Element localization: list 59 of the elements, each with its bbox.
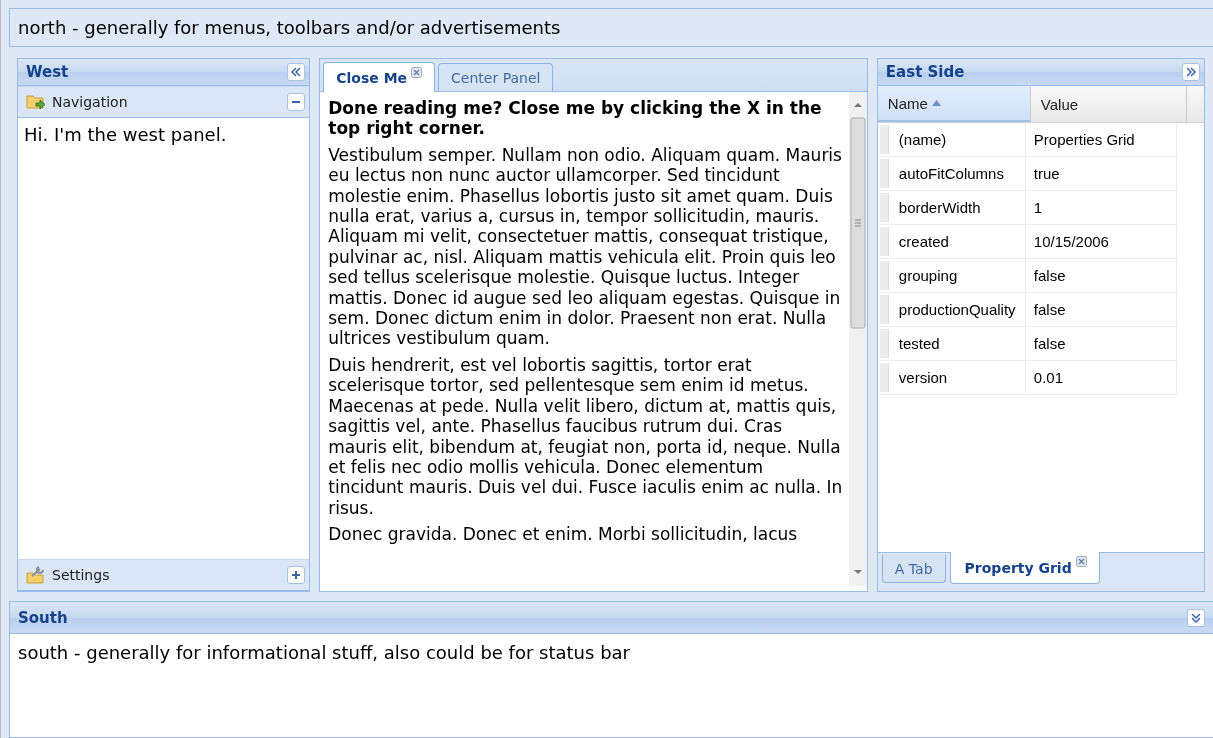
collapse-button[interactable] (1182, 63, 1200, 81)
south-text: south - generally for informational stuff, also could be for status bar (18, 642, 630, 663)
paragraph: Vestibulum semper. Nullam non odio. Aliquam quam. Mauris eu lectus non nunc auctor ullamcorper. Sed tincidunt molestie enim. Phasellus lobortis justo sit amet quam. Duis nulla erat, varius a, cursus in, tempor sollicitudin, mauris. Aliquam mi velit, consectetuer mattis, consequat tristique, pulvinar ac, nisl. Aliquam mattis vehicula elit. Proin quis leo sed tellus scelerisque molestie. Quisque luctus. Integer mattis. Donec id augue sed leo aliquam egestas. Quisque in sem. Donec dictum enim in dolor. Praesent non erat. Nulla ultrices vestibulum quam. (328, 144, 843, 349)
plus-icon (291, 570, 302, 580)
column-header[interactable]: Name (877, 86, 1031, 122)
folder-arrow-icon (26, 93, 46, 111)
expand-button[interactable] (287, 566, 306, 584)
paragraph: Duis hendrerit, est vel lobortis sagittis, tortor erat scelerisque tortor, sed pellentesque sem enim id metus. Maecenas at pede. Nulla velit libero, dictum at, mattis quis, sagittis vel, ante. Phasellus faucibus rutrum dui. Cras mauris elit, bibendum at, feugiat non, porta id, neque. Nulla et felis nec odio mollis vehicula. Donec elementum tincidunt mauris. Duis vel dui. Fusce iaculis enim ac nulla. In risus. (328, 354, 843, 519)
row-handle (879, 159, 889, 188)
paragraph: Donec gravida. Donec et enim. Morbi sollicitudin, lacus (328, 524, 799, 545)
table-cell: grouping (888, 259, 1026, 292)
row-handle (879, 363, 889, 392)
double-chevron-right-icon (1185, 67, 1197, 77)
row-handle (879, 227, 889, 256)
table-cell: productionQuality (888, 293, 1026, 326)
table-cell: borderWidth (888, 191, 1026, 224)
double-chevron-left-icon (290, 67, 303, 77)
panel-title: South (18, 608, 68, 627)
tab[interactable]: A Tab (881, 555, 946, 583)
accordion-title: Settings (52, 567, 110, 583)
table-cell: 1 (1025, 191, 1177, 224)
close-icon[interactable] (1075, 556, 1087, 567)
collapse-button[interactable] (1187, 608, 1205, 627)
table-cell: created (888, 225, 1026, 258)
table-cell: false (1025, 327, 1177, 360)
accordion-header[interactable]: Navigation (18, 86, 310, 118)
row-handle (879, 193, 889, 222)
accordion-header[interactable]: Settings (18, 559, 310, 591)
close-icon[interactable] (411, 67, 423, 78)
scrollbar[interactable] (848, 92, 867, 586)
table-cell: version (888, 361, 1026, 394)
folder-wrench-icon (26, 566, 46, 584)
table-cell: autoFitColumns (888, 157, 1026, 190)
row-handle (879, 295, 889, 324)
column-header[interactable]: Value (1030, 86, 1187, 122)
table-cell: Properties Grid (1025, 123, 1177, 156)
row-handle (879, 125, 889, 154)
table-cell: true (1025, 157, 1177, 190)
table-cell: false (1025, 293, 1177, 326)
table-cell: (name) (888, 123, 1026, 156)
table-cell: 10/15/2006 (1025, 225, 1177, 258)
sort-up-icon (931, 100, 941, 106)
panel-text: Hi. I'm the west panel. (24, 124, 227, 145)
table-cell: false (1025, 259, 1177, 292)
panel-title: East Side (885, 63, 965, 81)
tab[interactable]: Center Panel (438, 63, 554, 91)
row-handle (879, 261, 889, 290)
double-chevron-down-icon (1191, 611, 1201, 624)
tab[interactable]: Close Me (323, 62, 436, 92)
collapse-button[interactable] (287, 93, 306, 111)
collapse-button[interactable] (287, 63, 306, 81)
table-cell: 0.01 (1025, 361, 1177, 394)
tab[interactable]: Property Grid (949, 552, 1100, 584)
heading: Done reading me? Close me by clicking the X in the top right corner. (328, 98, 823, 139)
accordion-title: Navigation (52, 94, 128, 110)
panel-title: West (26, 63, 69, 81)
row-handle (879, 329, 889, 358)
north-text: north - generally for menus, toolbars and/or advertisements (9, 8, 1213, 47)
table-cell: tested (888, 327, 1026, 360)
